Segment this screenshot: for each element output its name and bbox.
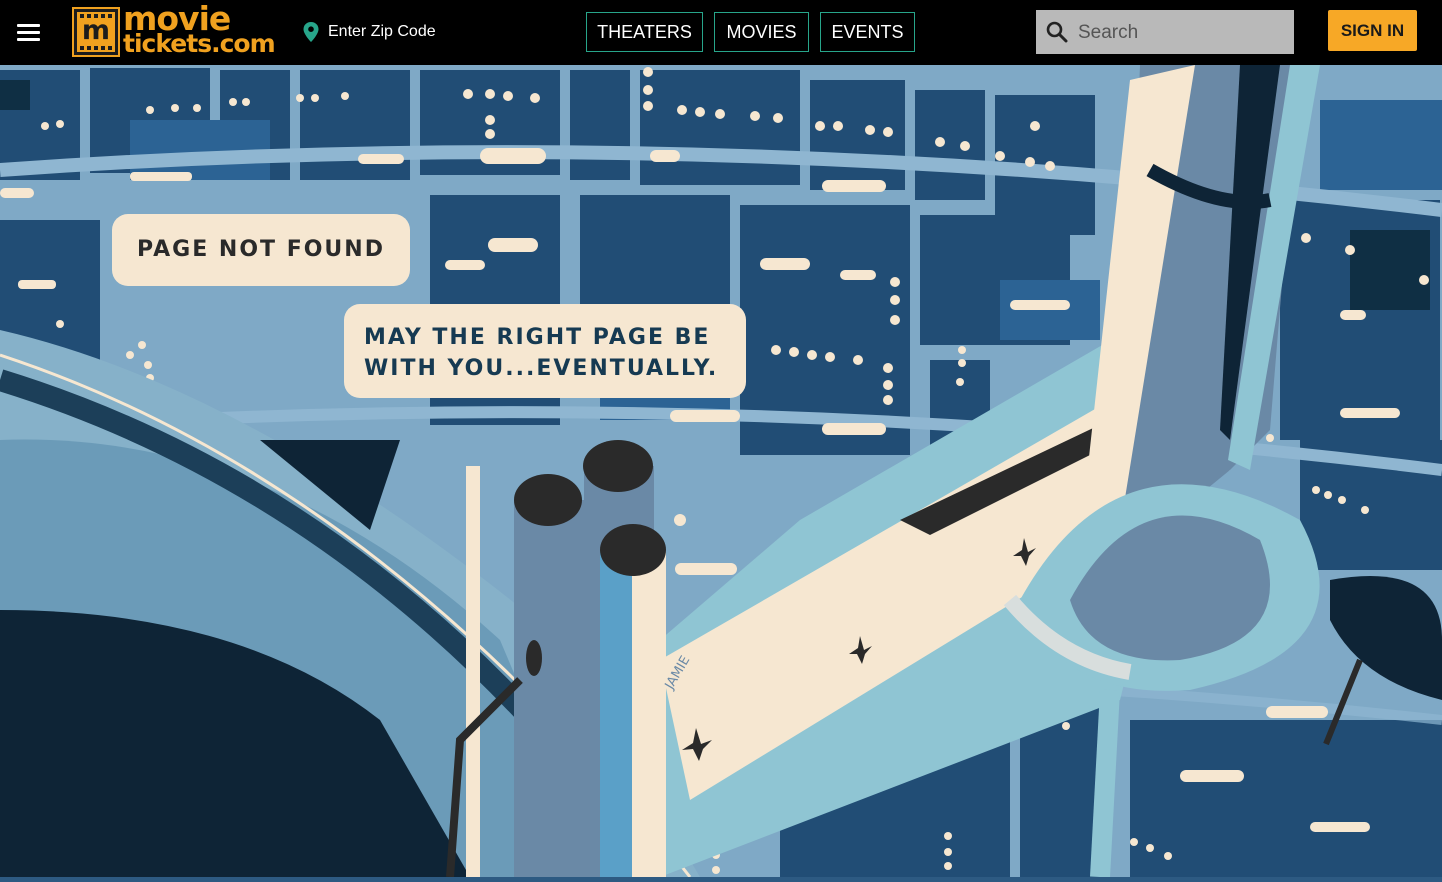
logo-line-1: movie [123,0,231,38]
page-not-found-bubble: Page Not Found [112,214,410,286]
logo-mark-letter: m [81,15,111,46]
nav-theaters-button[interactable]: THEATERS [586,12,703,52]
sign-in-button[interactable]: SIGN IN [1328,10,1417,51]
error-message-bubble: May the right page be with you...eventua… [344,304,746,398]
search-input[interactable] [1076,10,1290,56]
zip-code-label: Enter Zip Code [328,23,436,40]
logo-line-2: tickets.com [123,29,276,58]
nav-movies-button[interactable]: MOVIES [714,12,809,52]
error-illustration: JAMIE Page Not Found May the right page … [0,65,1442,882]
hamburger-menu-icon[interactable] [14,20,44,46]
error-message-line-1: May the right page be [364,325,711,350]
logo-wordmark: movie tickets.com [123,0,276,58]
top-navigation-bar: m movie tickets.com Enter Zip Code THEAT… [0,0,1442,65]
page-not-found-title: Page Not Found [137,237,385,262]
nav-events-button[interactable]: EVENTS [820,12,915,52]
search-box [1036,10,1294,56]
error-message-line-2: with you...eventually. [364,356,719,381]
search-icon[interactable] [1046,21,1068,43]
city-map-illustration: JAMIE [0,65,1442,882]
site-logo[interactable]: m movie tickets.com [72,2,276,60]
logo-mark: m [72,7,120,57]
location-pin-icon [303,22,319,42]
